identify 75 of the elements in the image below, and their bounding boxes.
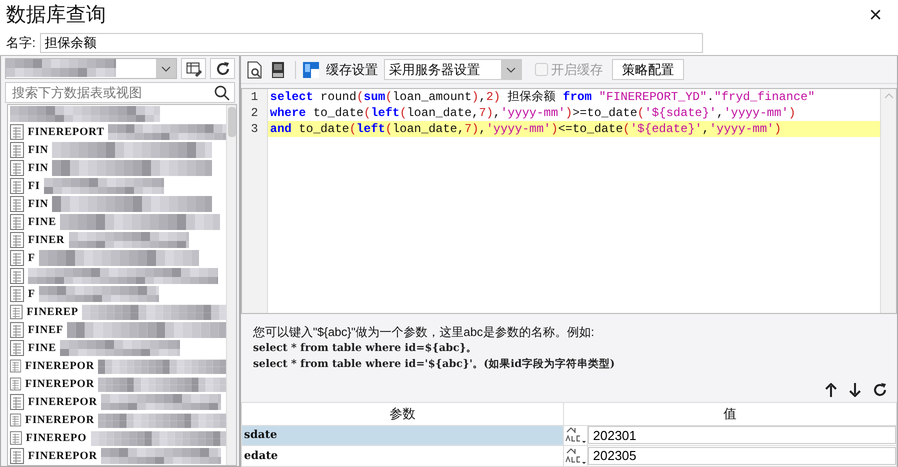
table-name[interactable]: FINEREPOR — [25, 358, 94, 374]
parameter-name[interactable]: sdate — [242, 425, 564, 446]
hint-text: 您可以键入"${abc}"做为一个参数，这里abc是参数的名称。例如: — [253, 324, 596, 340]
scrollbar-thumb[interactable] — [228, 107, 236, 137]
table-name[interactable]: FINEREP — [26, 304, 78, 320]
cache-mode-select[interactable]: 采用服务器设置 — [384, 59, 522, 80]
table-icon — [10, 340, 24, 356]
table-name[interactable]: FIN — [28, 196, 48, 212]
table-name[interactable]: F — [28, 286, 36, 302]
table-name[interactable]: FINEREPORT — [28, 124, 104, 140]
table-icon — [10, 304, 23, 320]
line-number: 1 — [250, 89, 260, 105]
code-line[interactable]: select round(sum(loan_amount),2) 担保余额 from "FINEREPORT_YD"."fryd_finance" — [268, 89, 880, 105]
edit-table-button[interactable] — [181, 58, 206, 79]
table-name[interactable]: FINE — [28, 214, 56, 230]
line-number: 2 — [250, 105, 260, 121]
table-icon — [10, 214, 24, 230]
table-name[interactable]: FINEREPO — [26, 430, 87, 446]
table-name[interactable]: F — [28, 250, 36, 266]
text-type-icon[interactable] — [564, 446, 586, 465]
parameter-value-field[interactable]: 202305 — [588, 446, 896, 465]
table-icon — [10, 412, 22, 428]
table-name[interactable]: FINE — [28, 340, 56, 356]
cache-settings-label: 缓存设置 — [326, 60, 378, 79]
name-label: 名字: — [6, 34, 36, 52]
search-field[interactable]: 搜索下方数据表或视图 — [5, 82, 235, 103]
hint-text: select * from table where id='${abc}'。(如果id字段为字符串类型) — [253, 356, 616, 372]
table-icon — [10, 124, 24, 140]
refresh-icon — [873, 383, 887, 397]
table-name[interactable]: FINEREPOR — [28, 394, 98, 410]
window-title: 数据库查询 — [6, 3, 106, 28]
table-icon — [10, 196, 24, 212]
strategy-button[interactable]: 策略配置 — [612, 59, 684, 80]
table-name[interactable]: FINEREPOR — [25, 376, 94, 392]
column-header: 值 — [564, 402, 896, 425]
document-search-icon — [247, 60, 263, 78]
table-name[interactable]: FINEREPOR — [25, 412, 94, 428]
table-icon — [10, 394, 24, 410]
table-icon — [10, 178, 24, 194]
refresh-icon — [214, 60, 230, 76]
column-header: 参数 — [242, 402, 564, 425]
refresh-button[interactable] — [210, 58, 235, 79]
down-arrow-icon — [849, 383, 861, 397]
table-icon — [10, 142, 24, 158]
table-icon — [10, 232, 24, 248]
cache-icon — [302, 60, 320, 78]
sql-file-icon — [271, 60, 285, 78]
parameter-name[interactable]: edate — [242, 446, 564, 466]
table-icon — [10, 358, 22, 374]
caret-icon — [161, 66, 171, 72]
table-icon — [10, 376, 22, 392]
line-number: 3 — [250, 121, 260, 137]
text-type-icon[interactable] — [564, 426, 586, 444]
table-name[interactable]: FIN — [28, 160, 48, 176]
name-field[interactable]: 担保余额 — [40, 32, 703, 52]
table-icon — [10, 286, 24, 302]
search-icon — [214, 84, 230, 100]
caret-icon — [506, 66, 516, 72]
table-name[interactable]: FINEF — [28, 322, 64, 338]
up-arrow-icon — [825, 383, 837, 397]
table-name[interactable]: FINEREPOR — [28, 448, 98, 464]
table-icon — [10, 250, 24, 266]
table-icon — [10, 430, 22, 446]
code-line[interactable]: where to_date(left(loan_date,7),'yyyy-mm')>=to_date('${sdate}','yyyy-mm') — [268, 105, 880, 121]
table-name[interactable]: FIN — [28, 142, 48, 158]
table-name[interactable]: FINER — [28, 232, 65, 248]
table-edit-icon — [186, 60, 202, 76]
table-icon — [10, 160, 24, 176]
table-icon — [10, 268, 24, 284]
enable-cache-label: 开启缓存 — [550, 60, 603, 79]
table-name[interactable]: FI — [28, 178, 40, 194]
hint-text: select * from table where id=${abc}。 — [253, 341, 478, 356]
close-button[interactable]: × — [859, 4, 892, 26]
table-icon — [10, 322, 24, 338]
parameter-value-field[interactable]: 202301 — [588, 426, 896, 444]
